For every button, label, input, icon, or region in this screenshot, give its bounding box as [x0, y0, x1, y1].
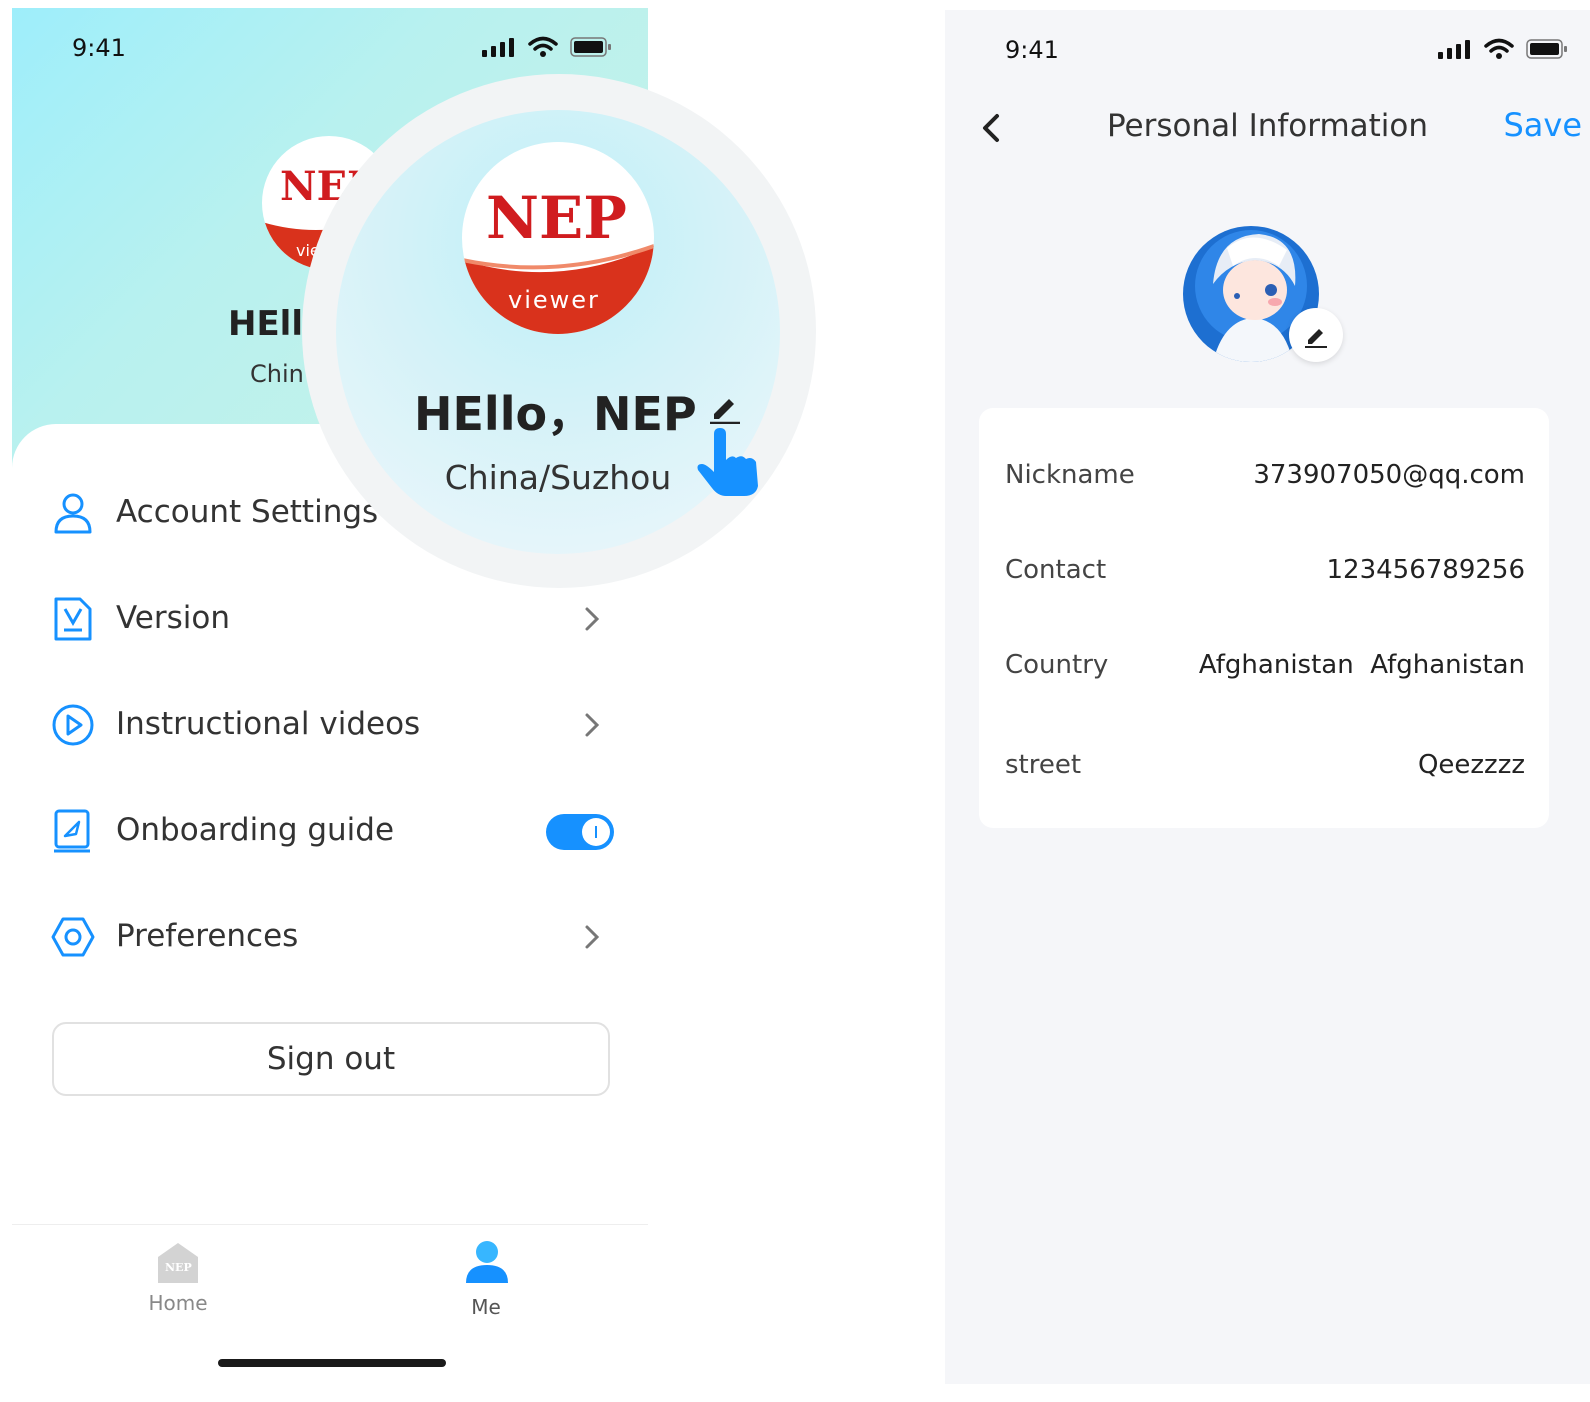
field-label: street — [1005, 750, 1082, 780]
field-country[interactable]: Country Afghanistan Afghanistan — [979, 634, 1549, 694]
menu-label: Version — [116, 600, 230, 636]
preferences-icon — [51, 917, 95, 957]
personal-information-screen: 9:41 Personal Information Save Nickname … — [945, 10, 1590, 1384]
home-indicator — [218, 1359, 446, 1367]
signal-icon — [482, 38, 514, 57]
me-icon — [466, 1241, 508, 1283]
menu-item-instructional-videos[interactable]: Instructional videos — [12, 686, 648, 766]
tab-home[interactable]: NEP Home — [118, 1237, 238, 1327]
menu-label: Account Settings — [116, 494, 379, 530]
home-icon: NEP — [158, 1243, 198, 1283]
field-nickname[interactable]: Nickname 373907050@qq.com — [979, 444, 1549, 504]
version-icon — [54, 597, 92, 641]
status-time: 9:41 — [72, 34, 126, 62]
field-street[interactable]: street Qeezzzz — [979, 734, 1549, 794]
field-value[interactable]: 123456789256 — [1326, 555, 1525, 585]
tab-bar: NEP Home Me — [12, 1224, 648, 1388]
status-bar: 9:41 — [945, 10, 1590, 90]
chevron-right-icon — [585, 713, 600, 737]
field-value[interactable]: 373907050@qq.com — [1253, 460, 1525, 490]
field-label: Contact — [1005, 555, 1107, 585]
menu-item-version[interactable]: Version — [12, 580, 648, 660]
chevron-right-icon — [585, 925, 600, 949]
status-time: 9:41 — [1005, 36, 1059, 64]
magnifier-callout: NEP viewer HEllo，NEP China/Suzhou — [302, 74, 816, 588]
location-text: Chin — [250, 360, 304, 388]
edit-profile-icon[interactable] — [706, 388, 742, 424]
personal-info-card: Nickname 373907050@qq.com Contact 123456… — [979, 408, 1549, 828]
tab-me[interactable]: Me — [426, 1237, 546, 1327]
pencil-icon — [1305, 329, 1327, 348]
greeting-text: HEllo，NEP — [414, 387, 697, 441]
chevron-right-icon — [585, 607, 600, 631]
wifi-icon — [528, 36, 558, 57]
field-contact[interactable]: Contact 123456789256 — [979, 539, 1549, 599]
user-icon — [54, 493, 92, 534]
field-value[interactable]: Qeezzzz — [1418, 750, 1525, 780]
battery-icon — [1526, 39, 1567, 59]
wifi-icon — [1484, 38, 1514, 59]
sign-out-button[interactable]: Sign out — [52, 1022, 610, 1096]
hand-pointer-icon — [697, 428, 758, 496]
tab-label: Me — [471, 1295, 501, 1319]
menu-item-preferences[interactable]: Preferences — [12, 898, 648, 978]
edit-avatar-button[interactable] — [1289, 308, 1343, 362]
field-value[interactable]: Afghanistan Afghanistan — [1199, 650, 1525, 680]
svg-text:NEP: NEP — [486, 184, 627, 252]
tab-label: Home — [148, 1291, 208, 1315]
menu-label: Preferences — [116, 918, 299, 954]
menu-item-onboarding-guide: Onboarding guide — [12, 792, 648, 872]
nav-bar: Personal Information Save — [945, 90, 1590, 170]
field-label: Country — [1005, 650, 1109, 680]
menu-label: Instructional videos — [116, 706, 421, 742]
onboarding-toggle[interactable] — [546, 814, 614, 850]
battery-icon — [570, 37, 611, 57]
avatar-container — [1183, 226, 1343, 362]
svg-text:NEP: NEP — [165, 1261, 192, 1274]
toggle-knob — [582, 818, 610, 846]
field-label: Nickname — [1005, 460, 1135, 490]
guide-icon — [54, 809, 90, 853]
save-button[interactable]: Save — [1503, 106, 1582, 144]
signal-icon — [1438, 40, 1470, 59]
play-icon — [52, 704, 94, 746]
app-logo: NEP viewer — [462, 142, 654, 334]
svg-text:viewer: viewer — [508, 286, 600, 314]
page-title: Personal Information — [1106, 108, 1429, 144]
menu-label: Onboarding guide — [116, 812, 395, 848]
greeting-text: HEll — [228, 304, 303, 344]
